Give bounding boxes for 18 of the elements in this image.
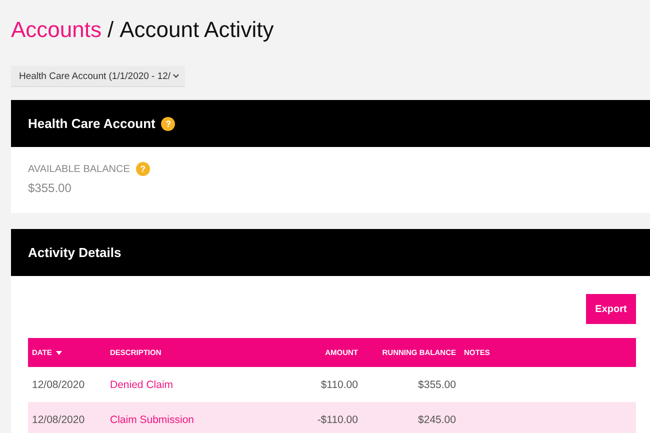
balance-label: AVAILABLE BALANCE [28,164,130,174]
page-title: Account Activity [120,17,274,44]
chevron-icon [172,74,179,78]
table-cell: $355.00 [418,378,456,390]
panel-title: Health Care Account [28,116,156,131]
balance-amount: $355.00 [28,181,72,195]
account-dropdown[interactable]: Health Care Account (1/1/2020 - 12/ [11,66,185,87]
description-link[interactable]: Denied Claim [110,378,174,390]
table-cell: $110.00 [320,378,358,390]
table-cell: $245.00 [418,414,456,426]
table-cell: -$110.00 [317,414,358,426]
panel-title: Activity Details [28,245,122,260]
export-button[interactable]: Export [586,294,636,324]
table-cell: 12/08/2020 [32,414,85,426]
description-link[interactable]: Claim Submission [110,414,194,426]
breadcrumb-separator: / [108,17,114,44]
table-cell: 12/08/2020 [32,378,85,390]
breadcrumb-link[interactable]: Accounts [11,17,102,50]
